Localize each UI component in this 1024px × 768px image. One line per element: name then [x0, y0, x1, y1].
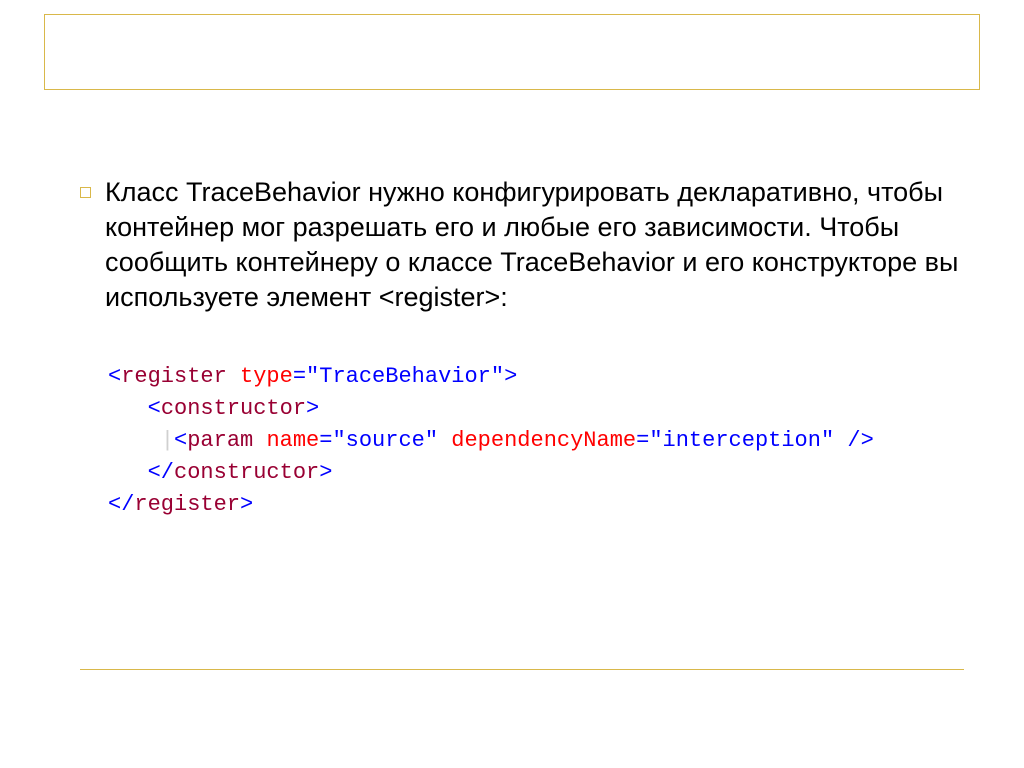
bullet-text: Класс TraceBehavior нужно конфигурироват… — [105, 175, 964, 315]
bottom-divider — [80, 669, 964, 671]
code-token: > — [504, 364, 517, 389]
code-token: register — [134, 492, 240, 517]
code-token: = — [293, 364, 306, 389]
code-token: </ — [148, 460, 174, 485]
code-token: > — [240, 492, 253, 517]
code-token — [253, 428, 266, 453]
code-token: type — [240, 364, 293, 389]
code-token — [834, 428, 847, 453]
code-token — [227, 364, 240, 389]
code-token: "source" — [332, 428, 438, 453]
code-token: constructor — [161, 396, 306, 421]
code-token: = — [319, 428, 332, 453]
code-token: param — [187, 428, 253, 453]
code-token: "TraceBehavior" — [306, 364, 504, 389]
title-placeholder-box — [44, 14, 980, 90]
code-snippet: <register type="TraceBehavior"> <constru… — [108, 361, 964, 520]
code-token: > — [306, 396, 319, 421]
code-token: < — [148, 396, 161, 421]
code-token: </ — [108, 492, 134, 517]
code-token: "interception" — [649, 428, 834, 453]
code-token — [108, 396, 148, 421]
code-token — [108, 460, 148, 485]
code-token — [438, 428, 451, 453]
code-token: < — [174, 428, 187, 453]
code-token: = — [636, 428, 649, 453]
code-token — [108, 428, 161, 453]
code-token: constructor — [174, 460, 319, 485]
bullet-item: Класс TraceBehavior нужно конфигурироват… — [80, 175, 964, 315]
content-area: Класс TraceBehavior нужно конфигурироват… — [80, 175, 964, 521]
code-token: name — [266, 428, 319, 453]
slide: Класс TraceBehavior нужно конфигурироват… — [0, 0, 1024, 768]
code-token: < — [108, 364, 121, 389]
code-token: /> — [847, 428, 873, 453]
code-token: dependencyName — [451, 428, 636, 453]
code-token: > — [319, 460, 332, 485]
code-token: register — [121, 364, 227, 389]
bullet-marker-icon — [80, 187, 91, 198]
indent-guide-icon: | — [161, 428, 174, 453]
